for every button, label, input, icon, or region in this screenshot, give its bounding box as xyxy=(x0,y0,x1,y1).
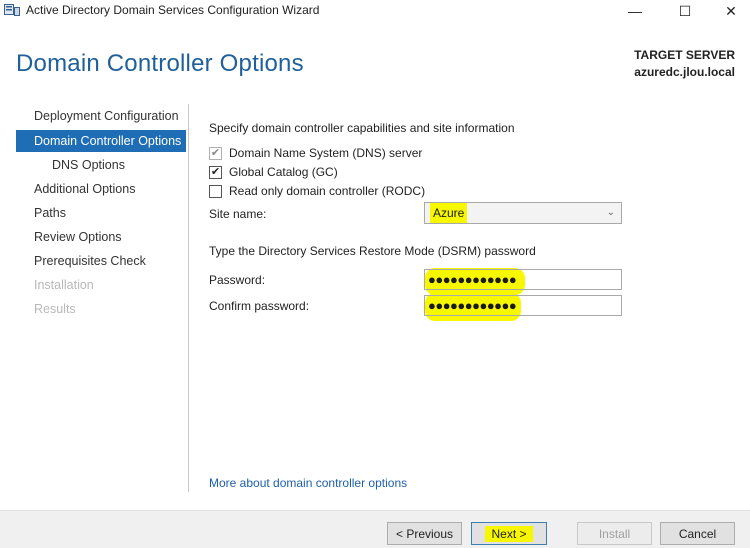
site-name-value: Azure xyxy=(430,203,468,223)
nav-item-installation: Installation xyxy=(34,278,94,292)
minimize-button[interactable]: — xyxy=(612,0,658,22)
global-catalog-checkbox[interactable]: ✔ xyxy=(209,165,222,179)
dsrm-heading: Type the Directory Services Restore Mode… xyxy=(209,244,536,258)
nav-item-dns-options[interactable]: DNS Options xyxy=(16,154,186,176)
maximize-icon: ☐ xyxy=(678,2,692,19)
target-server-name: azuredc.jlou.local xyxy=(634,65,735,79)
dns-server-checkbox-row: ✔ Domain Name System (DNS) server xyxy=(209,145,422,161)
next-button-label: Next > xyxy=(485,525,533,542)
install-button-label: Install xyxy=(598,526,631,541)
password-label: Password: xyxy=(209,273,266,287)
site-name-label: Site name: xyxy=(209,207,267,221)
nav-item-prerequisites-check[interactable]: Prerequisites Check xyxy=(16,250,186,272)
window-title: Active Directory Domain Services Configu… xyxy=(26,3,320,17)
rodc-label[interactable]: Read only domain controller (RODC) xyxy=(229,184,425,198)
dns-server-label: Domain Name System (DNS) server xyxy=(229,146,423,160)
wizard-footer: < Previous Next > Install Cancel xyxy=(0,510,750,548)
nav-item-domain-controller-options[interactable]: Domain Controller Options xyxy=(16,130,186,152)
confirm-password-value: ●●●●●●●●●●●● xyxy=(428,298,517,313)
cancel-button-label: Cancel xyxy=(678,526,717,541)
password-field[interactable]: ●●●●●●●●●●●● xyxy=(424,269,622,290)
rodc-checkbox[interactable] xyxy=(209,184,222,198)
sidebar-divider xyxy=(188,104,189,492)
next-button[interactable]: Next > xyxy=(471,522,547,545)
capabilities-heading: Specify domain controller capabilities a… xyxy=(209,121,515,135)
dns-server-checkbox: ✔ xyxy=(209,146,222,160)
nav-item-results: Results xyxy=(34,302,76,316)
rodc-checkbox-row[interactable]: Read only domain controller (RODC) xyxy=(209,183,425,199)
nav-item-additional-options[interactable]: Additional Options xyxy=(16,178,186,200)
previous-button-label: < Previous xyxy=(395,526,454,541)
nav-item-paths[interactable]: Paths xyxy=(16,202,186,224)
maximize-button[interactable]: ☐ xyxy=(662,0,708,22)
global-catalog-checkbox-row[interactable]: ✔ Global Catalog (GC) xyxy=(209,164,338,180)
confirm-password-label: Confirm password: xyxy=(209,299,310,313)
more-about-dc-options-link[interactable]: More about domain controller options xyxy=(209,476,407,490)
global-catalog-label[interactable]: Global Catalog (GC) xyxy=(229,165,338,179)
install-button: Install xyxy=(577,522,652,545)
target-server-label: TARGET SERVER xyxy=(634,48,735,62)
close-button[interactable]: ✕ xyxy=(708,0,750,22)
chevron-down-icon: ⌄ xyxy=(606,207,615,218)
nav-item-deployment-configuration[interactable]: Deployment Configuration xyxy=(16,105,186,127)
previous-button[interactable]: < Previous xyxy=(387,522,462,545)
server-manager-icon xyxy=(4,4,20,16)
title-bar: Active Directory Domain Services Configu… xyxy=(0,0,750,22)
close-icon: ✕ xyxy=(725,2,737,19)
minimize-icon: — xyxy=(628,3,642,19)
site-name-dropdown[interactable]: Azure ⌄ xyxy=(424,202,622,224)
confirm-password-field[interactable]: ●●●●●●●●●●●● xyxy=(424,295,622,316)
cancel-button[interactable]: Cancel xyxy=(660,522,735,545)
page-title: Domain Controller Options xyxy=(16,50,304,77)
nav-item-review-options[interactable]: Review Options xyxy=(16,226,186,248)
password-value: ●●●●●●●●●●●● xyxy=(428,272,517,287)
